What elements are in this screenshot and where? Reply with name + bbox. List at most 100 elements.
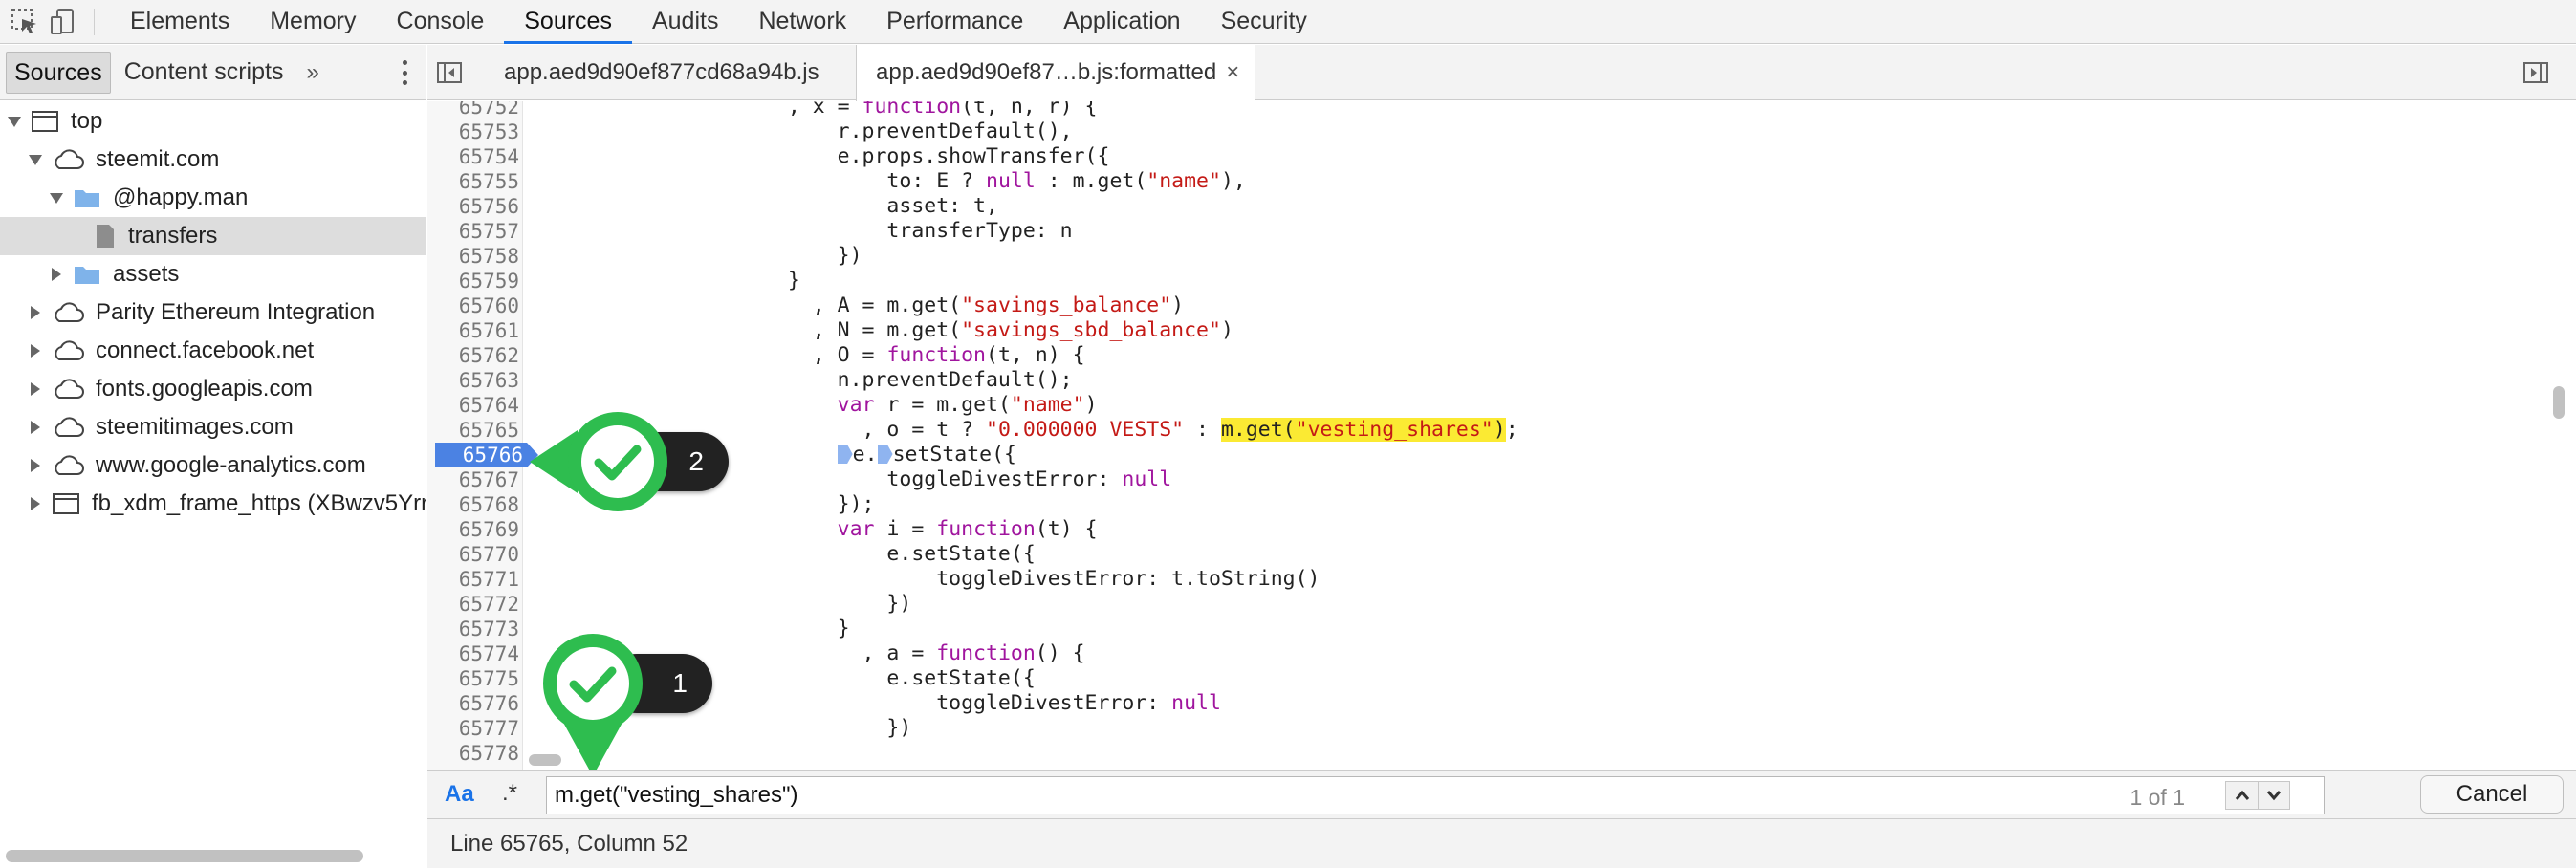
line-number[interactable]: 65770	[427, 542, 519, 567]
expanded-triangle-icon[interactable]	[8, 116, 21, 127]
tab-performance[interactable]: Performance	[866, 0, 1043, 44]
inline-breakpoint-marker[interactable]	[837, 445, 853, 464]
tree-item[interactable]: assets	[0, 255, 426, 293]
line-number[interactable]: 65762	[427, 343, 519, 368]
collapsed-triangle-icon[interactable]	[31, 421, 40, 434]
editor-tab-app-js-formatted[interactable]: app.aed9d90ef87…b.js:formatted ×	[856, 45, 1256, 101]
tab-network[interactable]: Network	[738, 0, 866, 44]
collapsed-triangle-icon[interactable]	[31, 382, 40, 396]
tree-item[interactable]: transfers	[0, 217, 426, 255]
next-match-button[interactable]	[2258, 781, 2290, 810]
editor-tab-app-js[interactable]: app.aed9d90ef877cd68a94b.js	[483, 45, 840, 100]
tab-console[interactable]: Console	[377, 0, 505, 44]
line-number[interactable]: 65774	[427, 641, 519, 666]
tree-item[interactable]: steemitimages.com	[0, 408, 426, 446]
toggle-navigator-icon[interactable]	[437, 45, 466, 100]
editor-vertical-scrollbar[interactable]	[2540, 101, 2576, 770]
tree-item[interactable]: Parity Ethereum Integration	[0, 293, 426, 332]
tree-item[interactable]: fonts.googleapis.com	[0, 370, 426, 408]
expanded-triangle-icon[interactable]	[29, 154, 42, 165]
collapsed-triangle-icon[interactable]	[52, 268, 61, 281]
code-line[interactable]: transferType: n	[540, 219, 1072, 244]
code-line[interactable]: })	[540, 244, 862, 269]
folder-icon	[73, 263, 101, 286]
tab-elements[interactable]: Elements	[110, 0, 250, 44]
inline-breakpoint-marker[interactable]	[877, 445, 893, 464]
tab-memory[interactable]: Memory	[250, 0, 376, 44]
line-number[interactable]: 65772	[427, 592, 519, 617]
nav-tab-sources[interactable]: Sources	[6, 51, 111, 94]
tree-item[interactable]: fb_xdm_frame_https (XBwzv5Yrr	[0, 485, 426, 523]
line-number[interactable]: 65764	[427, 393, 519, 418]
more-tabs-icon[interactable]: »	[306, 59, 318, 86]
line-number[interactable]: 65765	[427, 418, 519, 443]
cancel-search-button[interactable]: Cancel	[2420, 775, 2564, 814]
code-line[interactable]: , O = function(t, n) {	[540, 343, 1085, 368]
code-line[interactable]: e.setState({	[540, 542, 1035, 567]
line-number[interactable]: 65761	[427, 318, 519, 343]
code-line[interactable]: var i = function(t) {	[540, 517, 1098, 542]
breakpoint-line-number[interactable]: 65766	[435, 443, 538, 467]
line-number[interactable]: 65769	[427, 517, 519, 542]
collapsed-triangle-icon[interactable]	[31, 459, 40, 472]
collapsed-triangle-icon[interactable]	[31, 497, 40, 510]
line-number[interactable]: 65753	[427, 119, 519, 144]
regex-toggle[interactable]: .*	[502, 780, 517, 807]
nav-tab-content-scripts[interactable]: Content scripts	[117, 52, 292, 94]
close-tab-icon[interactable]: ×	[1226, 59, 1239, 85]
collapsed-triangle-icon[interactable]	[31, 344, 40, 358]
code-line[interactable]: n.preventDefault();	[540, 368, 1073, 393]
editor-scroll-thumb[interactable]	[2553, 386, 2565, 419]
code-line[interactable]: }	[540, 269, 800, 293]
line-number[interactable]: 65771	[427, 567, 519, 592]
code-line[interactable]: , N = m.get("savings_sbd_balance")	[540, 318, 1233, 343]
inspect-element-icon[interactable]	[6, 0, 44, 44]
code-line[interactable]: , x = function(t, n, r) {	[540, 101, 1098, 119]
code-line[interactable]: })	[540, 592, 911, 617]
code-line[interactable]: toggleDivestError: t.toString()	[540, 567, 1320, 592]
tab-security[interactable]: Security	[1201, 0, 1327, 44]
tree-item[interactable]: www.google-analytics.com	[0, 446, 426, 485]
tab-audits[interactable]: Audits	[632, 0, 738, 44]
collapsed-triangle-icon[interactable]	[31, 306, 40, 319]
line-number[interactable]: 65752	[427, 101, 519, 119]
code-line[interactable]: asset: t,	[540, 194, 998, 219]
tree-item[interactable]: connect.facebook.net	[0, 332, 426, 370]
tab-application[interactable]: Application	[1043, 0, 1200, 44]
previous-match-button[interactable]	[2225, 781, 2258, 810]
line-number[interactable]: 65756	[427, 194, 519, 219]
tree-item[interactable]: top	[0, 102, 426, 141]
tree-item[interactable]: steemit.com	[0, 141, 426, 179]
line-number[interactable]: 65768	[427, 492, 519, 517]
code-line[interactable]: to: E ? null : m.get("name"),	[540, 169, 1245, 194]
line-number[interactable]: 65755	[427, 169, 519, 194]
tab-sources[interactable]: Sources	[504, 0, 632, 44]
line-number[interactable]: 65775	[427, 666, 519, 691]
code-editor[interactable]: 65752 65753 65754 65755 65756 65757 65758 65759…	[427, 101, 2540, 770]
navigator-horizontal-scrollbar[interactable]	[6, 850, 363, 862]
match-case-toggle[interactable]: Aa	[445, 781, 474, 808]
line-number[interactable]: 65758	[427, 244, 519, 269]
line-number[interactable]: 65767	[427, 467, 519, 492]
line-number[interactable]: 65773	[427, 617, 519, 641]
line-number[interactable]: 65759	[427, 269, 519, 293]
line-number[interactable]: 65776	[427, 691, 519, 716]
code-token: "savings_balance"	[961, 293, 1172, 317]
line-number[interactable]: 65760	[427, 293, 519, 318]
line-number[interactable]: 65754	[427, 144, 519, 169]
line-number[interactable]: 65763	[427, 368, 519, 393]
line-number-gutter[interactable]: 65752 65753 65754 65755 65756 65757 65758 65759…	[427, 101, 538, 770]
tree-item[interactable]: @happy.man	[0, 179, 426, 217]
code-line[interactable]: r.preventDefault(),	[540, 119, 1073, 144]
toggle-debugger-icon[interactable]	[2523, 45, 2552, 100]
kebab-menu-icon[interactable]	[403, 60, 408, 85]
search-input[interactable]	[555, 777, 2085, 814]
device-toggle-icon[interactable]	[44, 0, 82, 44]
code-token: null	[1171, 691, 1221, 715]
line-number[interactable]: 65777	[427, 716, 519, 741]
line-number[interactable]: 65778	[427, 741, 519, 766]
line-number[interactable]: 65757	[427, 219, 519, 244]
expanded-triangle-icon[interactable]	[50, 192, 63, 204]
code-line[interactable]: e.props.showTransfer({	[540, 144, 1110, 169]
code-line[interactable]: , A = m.get("savings_balance")	[540, 293, 1184, 318]
